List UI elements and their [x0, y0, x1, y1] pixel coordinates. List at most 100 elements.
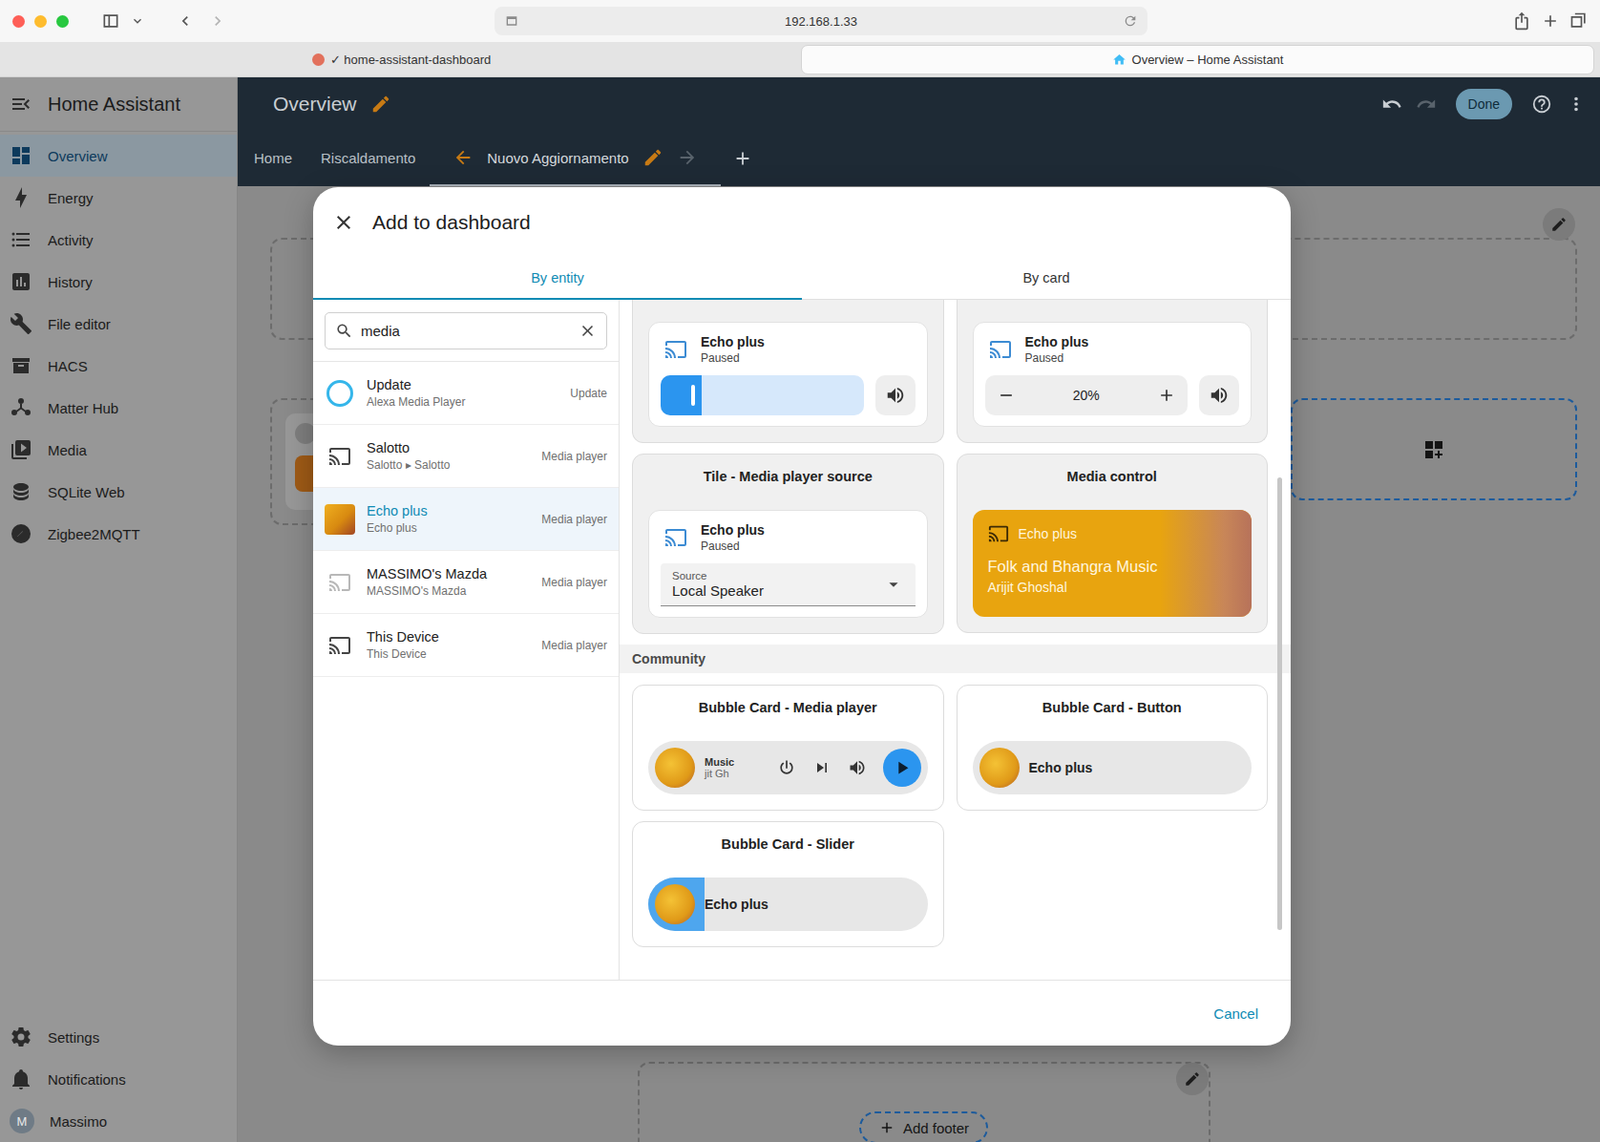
reload-icon[interactable]	[1122, 13, 1138, 29]
view-tab[interactable]: Home	[239, 130, 307, 187]
sidebar-item[interactable]: HACS	[0, 344, 237, 387]
entity-row[interactable]: This DeviceThis DeviceMedia player	[313, 613, 619, 677]
user-item[interactable]: MMassimo	[0, 1099, 237, 1142]
back-icon[interactable]	[175, 11, 195, 31]
source-select[interactable]: SourceLocal Speaker	[660, 563, 916, 607]
page-icon	[504, 13, 520, 29]
entity-row[interactable]: UpdateAlexa Media PlayerUpdate	[313, 361, 619, 425]
sidebar-item[interactable]: Activity	[0, 218, 237, 261]
browser-tab[interactable]: Overview – Home Assistant	[800, 44, 1595, 75]
dialog-tab[interactable]: By card	[801, 256, 1291, 300]
pencil-icon[interactable]	[370, 93, 392, 115]
edit-footer-button[interactable]	[1176, 1062, 1209, 1095]
card-preview[interactable]: Bubble Card - SliderEcho plus	[631, 821, 945, 948]
close-icon[interactable]	[332, 210, 356, 234]
mute-button[interactable]	[875, 375, 916, 416]
tab-overview-icon[interactable]	[1569, 11, 1589, 31]
menu-icon[interactable]	[9, 92, 33, 116]
move-left-icon[interactable]	[452, 147, 474, 169]
view-tab[interactable]: Nuovo Aggiornamento	[429, 130, 720, 187]
media-artist: Arijit Ghoshal	[988, 579, 1161, 595]
cast-icon	[989, 337, 1012, 361]
mute-button[interactable]	[1199, 375, 1240, 416]
sidebar-item[interactable]: Matter Hub	[0, 386, 237, 429]
browser-tab[interactable]: ✓ home-assistant-dashboard	[5, 45, 798, 74]
card-preview[interactable]: Echo plusPaused	[631, 299, 945, 443]
card-preview[interactable]: Tile - Media player sourceEcho plusPause…	[631, 453, 945, 634]
entity-name: Echo plus	[366, 503, 530, 519]
minimize-window-icon[interactable]	[34, 15, 47, 28]
card-preview[interactable]: Media controlEcho plusFolk and Bhangra M…	[956, 453, 1269, 633]
entity-list: UpdateAlexa Media PlayerUpdateSalottoSal…	[313, 360, 619, 677]
card-preview[interactable]: Bubble Card - Media playerMusicjit Gh	[631, 684, 945, 811]
sidebar-item[interactable]: Zigbee2MQTT	[0, 512, 237, 555]
add-card-box[interactable]	[1290, 398, 1578, 501]
undo-icon[interactable]	[1381, 93, 1403, 115]
help-icon[interactable]	[1531, 93, 1553, 115]
card-title: Media control	[972, 467, 1253, 485]
sidebar-item[interactable]: Notifications	[0, 1057, 237, 1100]
bubble-button[interactable]: Echo plus	[972, 740, 1253, 795]
entity-row[interactable]: Echo plusEcho plusMedia player	[313, 487, 619, 551]
album-art	[654, 747, 695, 788]
sidebar-item[interactable]: Energy	[0, 176, 237, 219]
dialog-tab[interactable]: By entity	[313, 256, 802, 300]
media-header: Echo plus	[988, 523, 1161, 545]
plus-icon[interactable]	[1157, 385, 1177, 405]
minus-icon[interactable]	[996, 385, 1016, 405]
album-art	[1159, 509, 1252, 617]
sidebar-item[interactable]: Media	[0, 428, 237, 471]
new-tab-icon[interactable]	[1540, 11, 1560, 31]
entity-area: MASSIMO's Mazda	[366, 584, 530, 598]
button-name: Echo plus	[1029, 759, 1094, 776]
tile-header: Echo plusPaused	[660, 521, 916, 554]
sidebar-item[interactable]: File editor	[0, 302, 237, 345]
next-track-icon[interactable]	[812, 757, 832, 778]
forward-icon[interactable]	[208, 11, 228, 31]
card-preview[interactable]: Echo plusPaused20%	[956, 299, 1269, 443]
clear-icon[interactable]	[578, 321, 597, 340]
tile-controls: 20%	[985, 375, 1241, 416]
sidebar-list: OverviewEnergyActivityHistoryFile editor…	[0, 131, 237, 555]
entity-domain: Media player	[541, 512, 608, 527]
cancel-button[interactable]: Cancel	[1209, 997, 1263, 1030]
edit-section-button[interactable]	[1542, 208, 1576, 241]
search-field[interactable]: media	[324, 312, 608, 350]
entity-row[interactable]: MASSIMO's MazdaMASSIMO's MazdaMedia play…	[313, 550, 619, 614]
card-preview[interactable]: Bubble Card - ButtonEcho plus	[956, 684, 1269, 811]
add-view-icon[interactable]	[732, 147, 754, 169]
navigation-buttons	[175, 11, 228, 31]
volume-icon[interactable]	[847, 757, 867, 778]
sidebar-item[interactable]: History	[0, 260, 237, 303]
address-bar[interactable]: 192.168.1.33	[494, 6, 1148, 36]
sidebar-item-label: Matter Hub	[47, 400, 119, 417]
dialog-tabs: By entityBy card	[313, 256, 1291, 300]
sidebar-toggle-icon[interactable]	[101, 11, 121, 31]
chevron-down-icon[interactable]	[129, 13, 146, 29]
scrollbar[interactable]	[1277, 477, 1283, 930]
sidebar-item[interactable]: Overview	[0, 134, 237, 177]
volume-value: 20%	[1073, 387, 1100, 403]
zoom-window-icon[interactable]	[56, 15, 69, 28]
more-menu-icon[interactable]	[1565, 93, 1587, 115]
slider-handle[interactable]	[691, 384, 695, 406]
bubble-slider[interactable]: Echo plus	[648, 877, 928, 931]
power-icon[interactable]	[777, 757, 797, 778]
volume-slider[interactable]	[660, 375, 864, 416]
redo-icon[interactable]	[1415, 93, 1437, 115]
share-icon[interactable]	[1512, 11, 1532, 31]
store-icon	[9, 354, 33, 378]
card-suggestions: Echo plusPausedEcho plusPaused20%Tile - …	[619, 299, 1291, 980]
play-button[interactable]	[883, 748, 922, 787]
done-button[interactable]: Done	[1455, 88, 1513, 120]
entity-row[interactable]: SalottoSalotto ▸ SalottoMedia player	[313, 424, 619, 488]
sidebar-item[interactable]: Settings	[0, 1015, 237, 1058]
pencil-icon[interactable]	[642, 147, 664, 169]
close-window-icon[interactable]	[12, 15, 25, 28]
move-right-icon[interactable]	[676, 147, 698, 169]
footer-box: Add footer	[637, 1061, 1211, 1142]
cast-icon	[664, 337, 688, 361]
add-footer-button[interactable]: Add footer	[859, 1111, 989, 1142]
sidebar-item[interactable]: SQLite Web	[0, 470, 237, 513]
view-tab[interactable]: Riscaldamento	[306, 130, 430, 187]
